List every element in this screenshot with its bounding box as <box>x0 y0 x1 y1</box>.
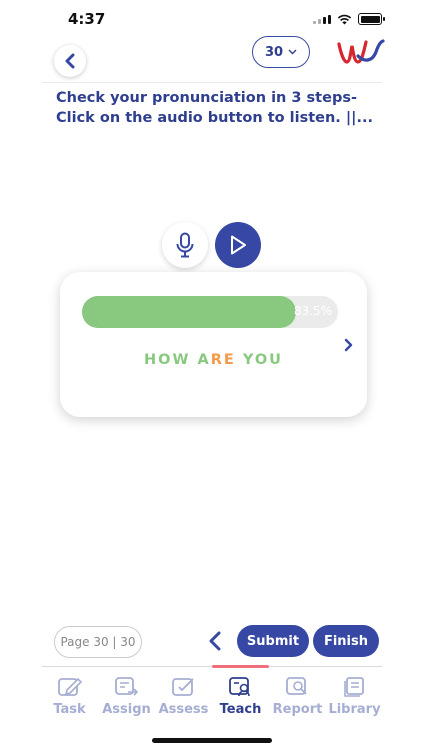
record-button[interactable] <box>162 222 208 268</box>
tab-task[interactable]: Task <box>41 676 98 717</box>
assign-icon <box>114 677 138 696</box>
tab-assign[interactable]: Assign <box>98 676 155 717</box>
edit-icon <box>57 677 82 696</box>
question-count-dropdown[interactable]: 30 <box>252 36 310 68</box>
wifi-icon <box>337 14 352 24</box>
score-progress-bar: 83.5% <box>82 296 338 328</box>
status-icons <box>313 13 385 25</box>
status-time: 4:37 <box>68 10 106 28</box>
header-divider <box>42 82 382 83</box>
chevron-down-icon <box>288 49 297 55</box>
score-percentage: 83.5% <box>293 304 332 318</box>
phrase-part: YOU <box>235 352 283 368</box>
page-indicator: Page 30 | 30 <box>54 626 142 658</box>
teach-icon <box>228 677 250 697</box>
question-count-value: 30 <box>264 44 284 60</box>
chevron-left-icon <box>65 53 75 69</box>
score-progress-fill <box>82 296 296 328</box>
tab-label: Assign <box>102 702 151 717</box>
signal-icon <box>313 14 331 24</box>
tab-label: Teach <box>219 702 262 717</box>
play-icon <box>231 235 246 255</box>
home-indicator <box>152 738 272 743</box>
tab-teach[interactable]: Teach <box>212 676 269 717</box>
battery-icon <box>358 13 385 25</box>
submit-button[interactable]: Submit <box>237 625 309 657</box>
previous-page-button[interactable] <box>206 630 224 652</box>
pronunciation-card: 83.5% HOW ARE YOU <box>60 272 367 417</box>
phrase-part: RE <box>210 352 236 368</box>
phrase-part: HOW A <box>144 352 211 368</box>
instructions-text: Check your pronunciation in 3 steps- Cli… <box>56 90 373 126</box>
tab-label: Report <box>272 702 323 717</box>
tab-label: Library <box>328 702 381 717</box>
tab-library[interactable]: Library <box>326 676 383 717</box>
tab-label: Task <box>53 702 86 717</box>
assess-icon <box>171 678 194 696</box>
brand-logo <box>337 39 385 64</box>
library-icon <box>343 677 364 697</box>
report-icon <box>285 677 307 695</box>
tab-assess[interactable]: Assess <box>155 676 212 717</box>
microphone-icon <box>176 232 194 258</box>
tab-label: Assess <box>158 702 209 717</box>
back-button[interactable] <box>54 45 86 77</box>
phrase-text: HOW ARE YOU <box>60 352 367 368</box>
active-tab-indicator <box>212 665 269 668</box>
next-arrow-button[interactable] <box>342 336 356 354</box>
tab-report[interactable]: Report <box>269 676 326 717</box>
play-audio-button[interactable] <box>215 222 261 268</box>
finish-button[interactable]: Finish <box>313 625 379 657</box>
